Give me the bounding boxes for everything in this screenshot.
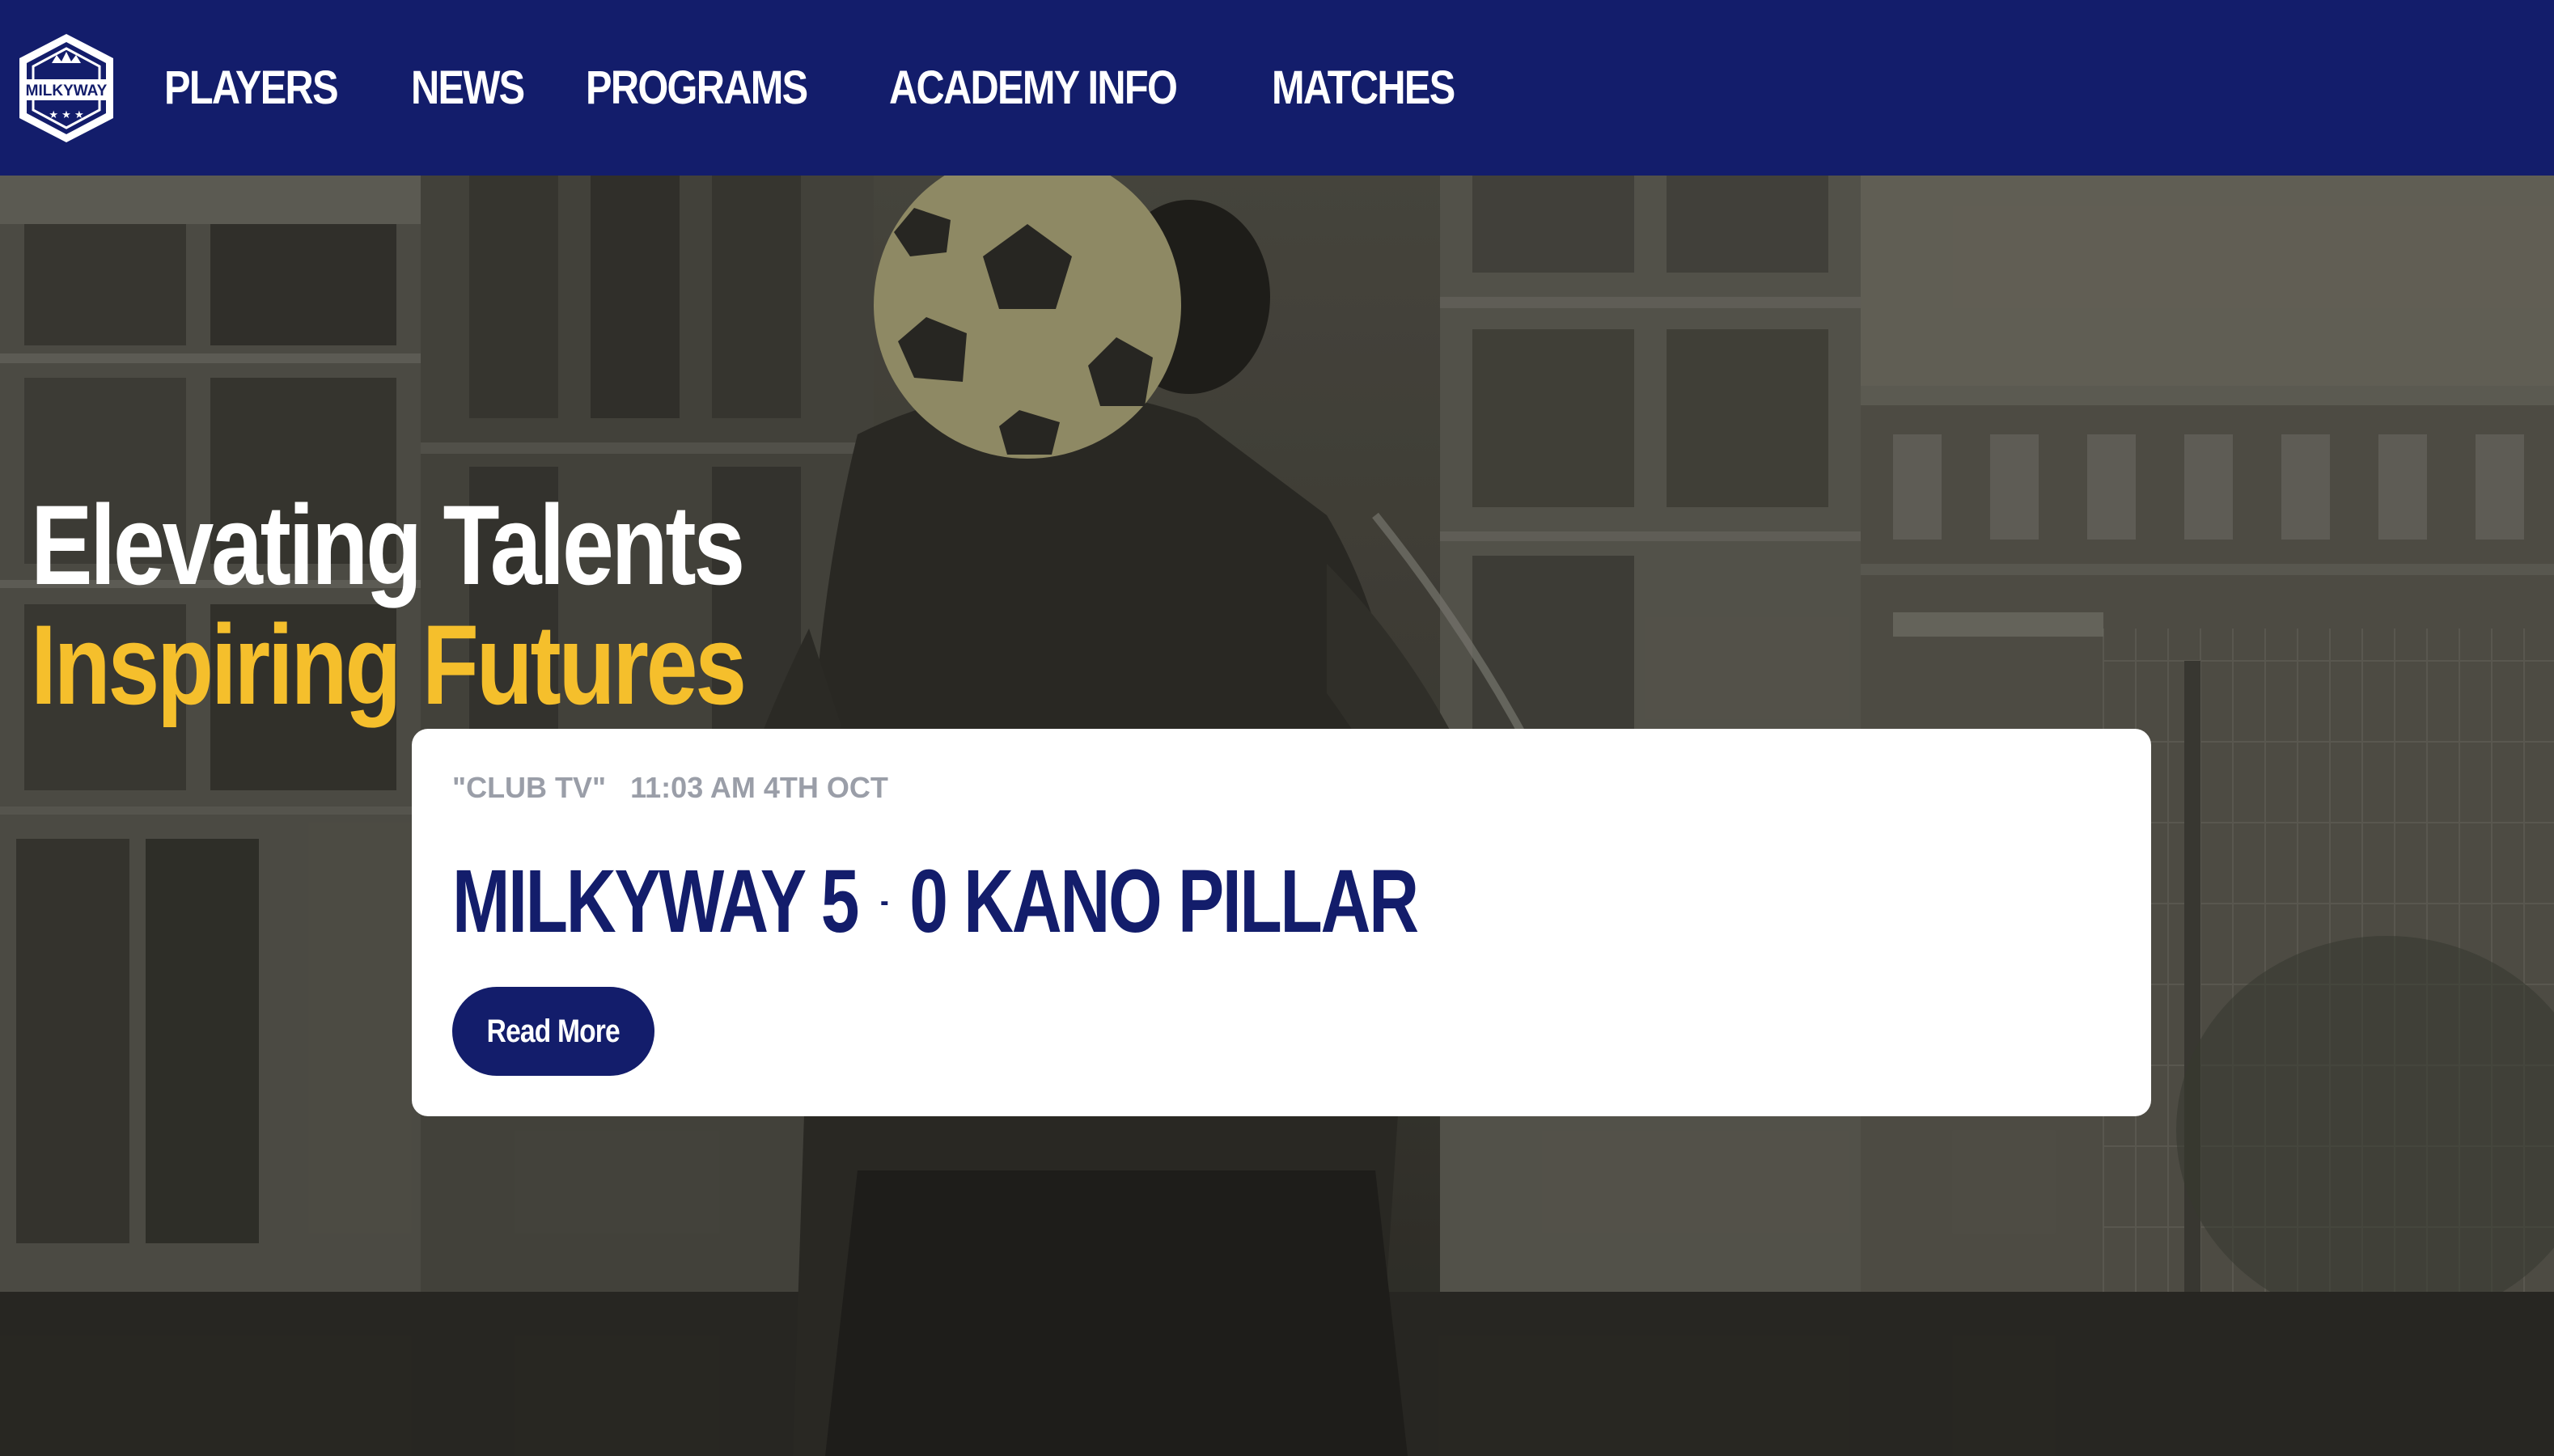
main-nav: PLAYERS NEWS PROGRAMS ACADEMY INFO MATCH… (164, 0, 1530, 176)
read-more-button[interactable]: Read More (452, 987, 654, 1076)
read-more-label: Read More (486, 1013, 620, 1049)
news-category: "CLUB TV" (452, 771, 607, 804)
hero-headline: Elevating Talents Inspiring Futures (31, 485, 900, 725)
milkyway-logo-icon[interactable]: MILKYWAY ★ ★ ★ (15, 31, 118, 146)
news-title-home: MILKYWAY 5 (452, 852, 859, 951)
news-title[interactable]: MILKYWAY 5 - 0 KANO PILLAR (452, 850, 1419, 953)
news-timestamp: 11:03 AM 4TH OCT (630, 771, 888, 804)
nav-item-players[interactable]: PLAYERS (164, 61, 339, 115)
nav-item-matches[interactable]: MATCHES (1272, 61, 1455, 115)
nav-item-news[interactable]: NEWS (411, 61, 525, 115)
nav-item-programs[interactable]: PROGRAMS (586, 61, 808, 115)
latest-news-card: "CLUB TV" 11:03 AM 4TH OCT MILKYWAY 5 - … (412, 729, 2151, 1116)
hero-headline-line-2: Inspiring Futures (31, 601, 747, 728)
svg-text:★ ★ ★: ★ ★ ★ (49, 109, 83, 121)
nav-item-academy-info[interactable]: ACADEMY INFO (889, 61, 1178, 115)
news-title-away: 0 KANO PILLAR (909, 852, 1419, 951)
hero-headline-line-1: Elevating Talents (31, 481, 745, 608)
news-meta: "CLUB TV" 11:03 AM 4TH OCT (452, 771, 888, 805)
svg-text:MILKYWAY: MILKYWAY (26, 83, 108, 99)
top-navbar: MILKYWAY ★ ★ ★ PLAYERS NEWS PROGRAMS ACA… (0, 0, 2554, 176)
news-title-separator: - (880, 883, 888, 919)
